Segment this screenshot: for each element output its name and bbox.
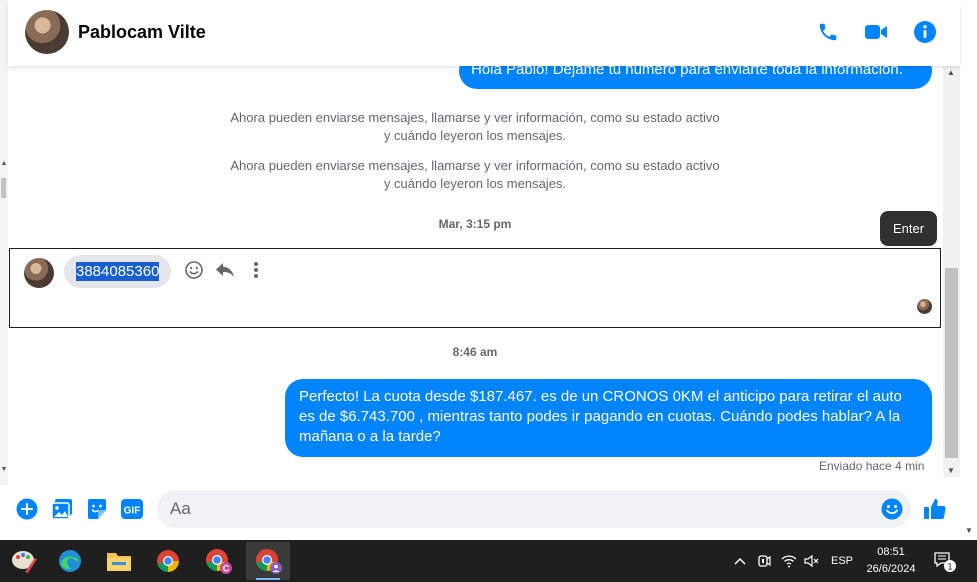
- scroll-down-arrow-icon[interactable]: ▼: [965, 526, 973, 535]
- volume-muted-icon[interactable]: [802, 540, 822, 582]
- read-receipt-avatar: [917, 299, 932, 314]
- scroll-up-arrow-icon[interactable]: ▲: [947, 68, 955, 77]
- windows-taskbar: C ESP 08:51 26/6/2024 1: [0, 540, 977, 582]
- photo-icon[interactable]: [50, 497, 74, 521]
- contact-avatar[interactable]: [25, 10, 69, 54]
- scroll-up-arrow-icon[interactable]: ▲: [0, 160, 8, 167]
- language-indicator[interactable]: ESP: [827, 540, 857, 582]
- sent-status: Enviado hace 4 min: [819, 459, 925, 473]
- notification-center-icon[interactable]: 1: [930, 540, 960, 582]
- phone-icon[interactable]: [816, 20, 840, 44]
- scrollbar-thumb[interactable]: [945, 268, 958, 458]
- taskbar-clock[interactable]: 08:51 26/6/2024: [862, 544, 920, 578]
- file-explorer-icon[interactable]: [97, 542, 141, 580]
- message-input[interactable]: [157, 490, 911, 528]
- conversation-header: Pablocam Vilte: [8, 0, 960, 66]
- reply-icon[interactable]: [213, 258, 237, 282]
- info-icon[interactable]: [913, 20, 937, 44]
- message-composer: GIF: [0, 485, 960, 540]
- gif-label: GIF: [124, 506, 141, 517]
- svg-text:C: C: [223, 564, 230, 574]
- emoji-icon[interactable]: [880, 497, 904, 521]
- show-hidden-icons-chevron-icon[interactable]: [731, 540, 749, 582]
- gif-icon[interactable]: GIF: [120, 497, 144, 521]
- conversation-scrollbar[interactable]: ▲ ▼: [943, 66, 960, 477]
- react-emoji-icon[interactable]: [182, 258, 206, 282]
- chrome-icon[interactable]: [146, 542, 190, 580]
- outgoing-message-text: Perfecto! La cuota desde $187.467. es de…: [299, 388, 902, 445]
- outgoing-message[interactable]: Perfecto! La cuota desde $187.467. es de…: [285, 379, 932, 457]
- message-timestamp: Mar, 3:15 pm: [438, 217, 512, 231]
- scroll-down-arrow-icon[interactable]: ▼: [0, 466, 8, 473]
- chrome-profile-c-icon[interactable]: C: [196, 542, 240, 580]
- sticker-icon[interactable]: [85, 497, 109, 521]
- edge-icon[interactable]: [48, 542, 92, 580]
- sender-avatar[interactable]: [24, 258, 54, 288]
- message-timestamp: 8:46 am: [452, 345, 498, 359]
- thumbs-up-icon[interactable]: [923, 497, 947, 521]
- paint-icon[interactable]: [2, 542, 46, 580]
- incoming-message[interactable]: 3884085360: [64, 255, 172, 288]
- meet-now-icon[interactable]: [755, 540, 773, 582]
- wifi-icon[interactable]: [779, 540, 799, 582]
- messenger-window: ▲ ▼ Pablocam Vilte Hola Pablo! Déjame tu…: [0, 0, 977, 582]
- system-message: Ahora pueden enviarse mensajes, llamarse…: [230, 158, 720, 191]
- left-scroll-thumb[interactable]: [1, 178, 6, 198]
- left-scrollbar[interactable]: ▲ ▼: [0, 0, 8, 540]
- plus-icon[interactable]: [15, 497, 39, 521]
- incoming-message-text[interactable]: 3884085360: [76, 262, 160, 281]
- clock-date: 26/6/2024: [866, 563, 916, 575]
- system-message: Ahora pueden enviarse mensajes, llamarse…: [230, 110, 720, 143]
- scroll-down-arrow-icon[interactable]: ▼: [947, 466, 955, 475]
- video-icon[interactable]: [864, 20, 888, 44]
- contact-name[interactable]: Pablocam Vilte: [78, 22, 206, 43]
- active-app-indicator: [256, 578, 280, 580]
- tooltip: Enter: [880, 211, 937, 246]
- notification-count: 1: [947, 562, 952, 572]
- chrome-profile-active-icon[interactable]: [246, 542, 290, 580]
- page-scrollbar[interactable]: ▼: [960, 66, 977, 540]
- clock-time: 08:51: [877, 546, 905, 558]
- more-options-icon[interactable]: [244, 258, 268, 282]
